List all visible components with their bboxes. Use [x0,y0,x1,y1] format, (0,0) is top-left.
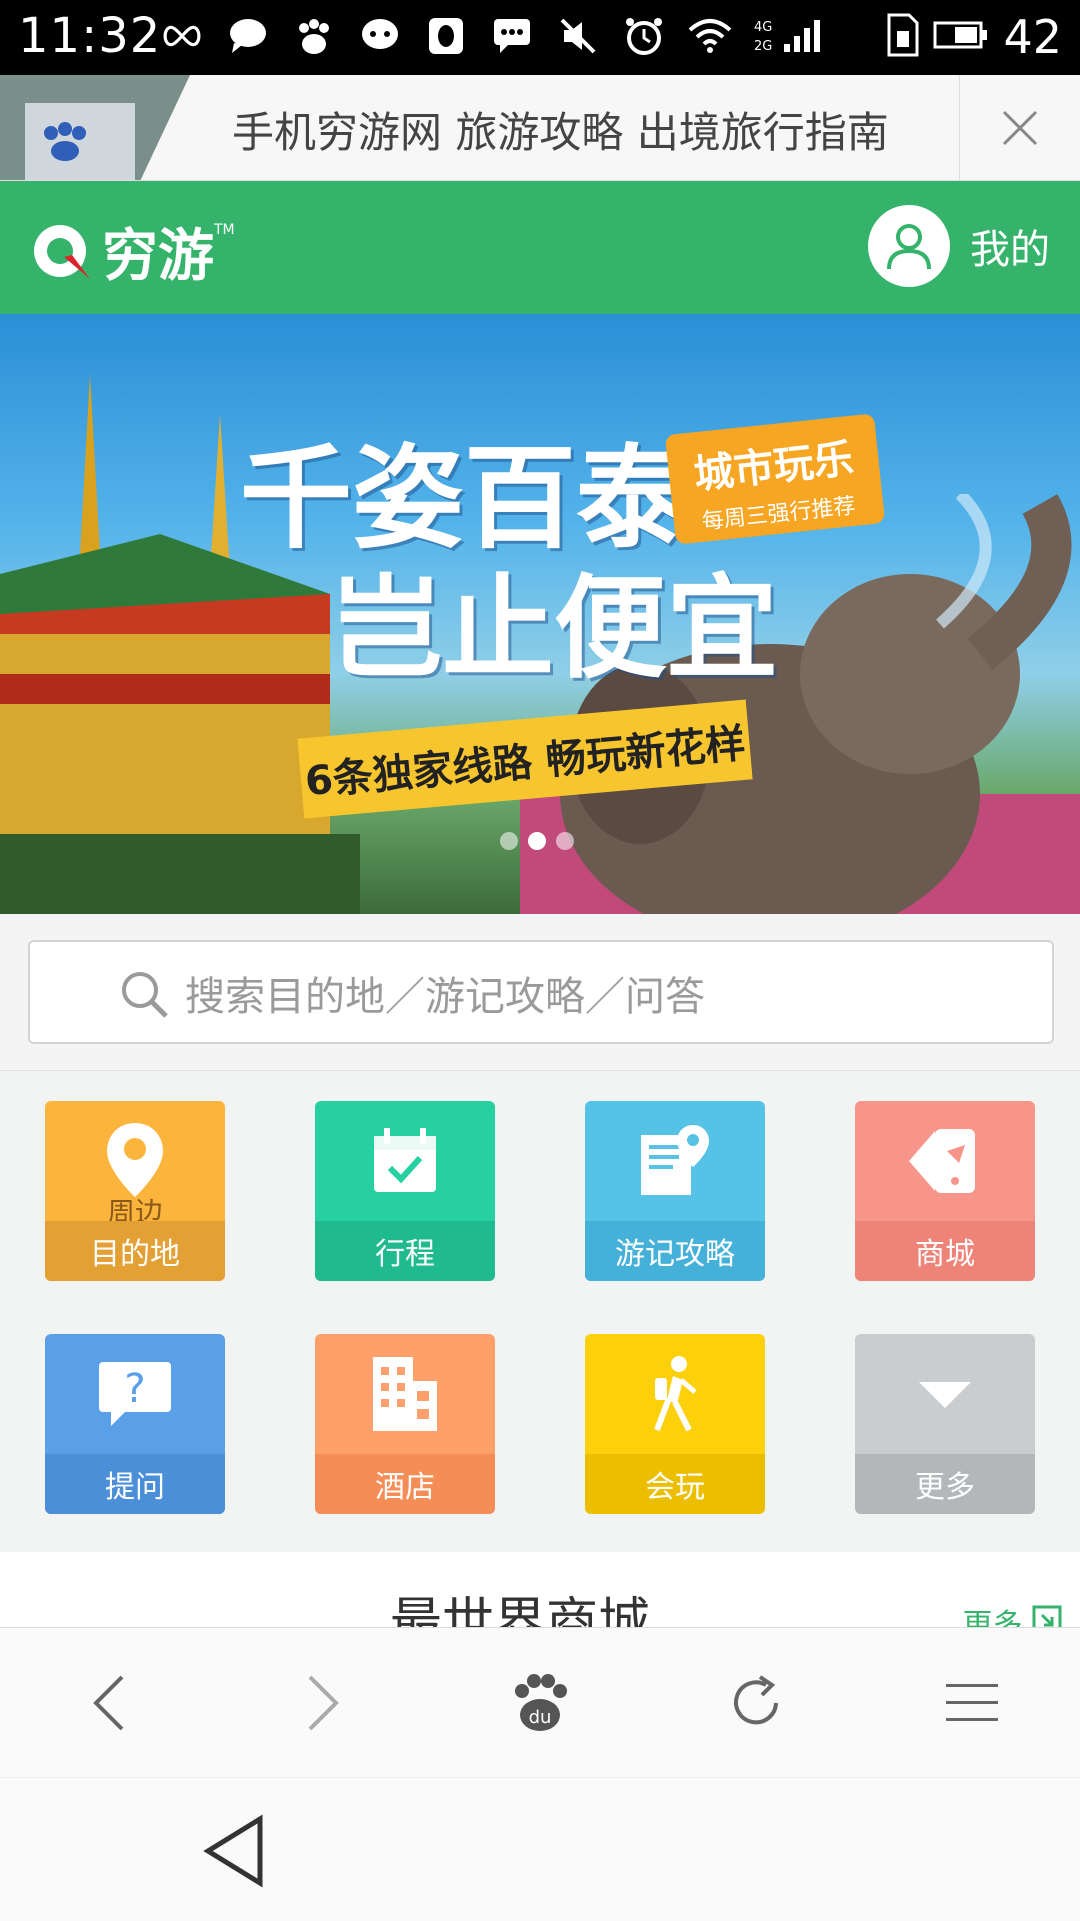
close-tab-button[interactable] [959,75,1080,180]
battery-icon [933,20,989,54]
chevron-down-icon [855,1334,1035,1454]
hamburger-menu-icon [946,1684,998,1721]
logo-q-icon [34,224,90,279]
search-section: 搜索目的地／游记攻略／问答 [0,914,1080,1071]
search-icon [122,972,168,1018]
svg-text:4G: 4G [754,20,772,35]
status-bar: 11:32 4G 2G 42 [0,0,1080,75]
tile-itinerary[interactable]: 行程 [315,1101,495,1281]
status-notification-icons: 4G 2G [160,14,824,58]
svg-text:?: ? [124,1366,145,1412]
status-right: 42 [887,10,1062,64]
banner-badge: 城市玩乐 每周三强行推荐 [664,413,886,545]
site-favicon [0,75,190,180]
hiker-icon [585,1334,765,1454]
carousel-dot[interactable] [500,832,518,850]
ticket-tag-icon [855,1101,1035,1221]
refresh-button[interactable] [716,1663,796,1743]
my-account-label: 我的 [970,227,1050,273]
carousel-dot-active[interactable] [528,832,546,850]
status-time: 11:32 [18,8,162,64]
message-icon [490,14,534,58]
tile-travel-notes[interactable]: 游记攻略 [585,1101,765,1281]
system-back-button[interactable] [200,1813,266,1893]
avatar [868,205,950,287]
site-header: 穷游 TM 我的 [0,181,1080,314]
tile-fun-activities[interactable]: 会玩 [585,1334,765,1514]
signal-icon: 4G 2G [754,14,824,58]
baidu-paw-icon [44,122,86,161]
tile-label: 提问 [45,1454,225,1514]
baidu-paw-icon: du [515,1674,567,1731]
logo-trademark: TM [214,221,235,238]
my-account-button[interactable]: 我的 [868,205,1050,287]
tile-nearby-destination[interactable]: 周边 目的地 [45,1101,225,1281]
wechat-icon [358,14,402,58]
chevron-right-icon [308,1675,339,1731]
question-bubble-icon: ? [45,1334,225,1454]
search-input[interactable]: 搜索目的地／游记攻略／问答 [28,940,1054,1044]
battery-level: 42 [1003,10,1062,64]
tile-label: 行程 [315,1221,495,1281]
tile-mall[interactable]: 商城 [855,1101,1035,1281]
logo-text: 穷游 [102,224,214,289]
page-title[interactable]: 手机穷游网 旅游攻略 出境旅行指南 [232,99,889,160]
back-button[interactable] [68,1663,148,1743]
svg-text:du: du [529,1707,552,1728]
refresh-icon [734,1675,778,1725]
system-nav-bar [0,1777,1080,1921]
mall-section: 最世界商城 更多 [0,1552,1080,1627]
tile-label: 更多 [855,1454,1035,1514]
sim-icon [887,13,919,61]
section-title: 最世界商城 [390,1593,651,1627]
user-icon [887,224,931,270]
close-icon [1002,110,1038,145]
search-placeholder: 搜索目的地／游记攻略／问答 [185,974,705,1020]
hotel-building-icon [315,1334,495,1454]
qq-icon [424,14,468,58]
mute-icon [556,14,600,58]
wifi-icon [688,14,732,58]
tile-label: 目的地 [45,1221,225,1281]
tile-label: 会玩 [585,1454,765,1514]
triangle-back-icon [203,1814,263,1888]
tile-label: 游记攻略 [585,1221,765,1281]
chevron-left-icon [93,1675,124,1731]
carousel-dot[interactable] [556,832,574,850]
browser-title-bar[interactable]: 手机穷游网 旅游攻略 出境旅行指南 [0,75,1080,181]
alarm-icon [622,14,666,58]
banner-headline-line2: 岂止便宜 [330,563,778,694]
forward-button[interactable] [284,1663,364,1743]
svg-text:2G: 2G [754,39,772,54]
calendar-check-icon [315,1101,495,1221]
tile-ask-question[interactable]: ? 提问 [45,1334,225,1514]
baidu-paw-icon [292,14,336,58]
menu-button[interactable] [932,1663,1012,1743]
tile-label: 酒店 [315,1454,495,1514]
feature-grid: 周边 目的地 行程 游记攻略 商城 ? 提问 酒店 会玩 更多 [0,1071,1080,1551]
chat-bubble-icon [226,14,270,58]
travel-notes-icon [585,1101,765,1221]
tile-more[interactable]: 更多 [855,1334,1035,1514]
promo-banner[interactable]: 千姿百泰 岂止便宜 城市玩乐 每周三强行推荐 6条独家线路 畅玩新花样 [0,314,1080,914]
tile-label: 商城 [855,1221,1035,1281]
site-logo[interactable]: 穷游 TM [28,211,235,292]
browser-toolbar: du [0,1627,1080,1778]
baidu-home-button[interactable]: du [500,1663,580,1743]
infinity-icon [160,14,204,58]
more-label: 更多 [962,1608,1023,1627]
section-more-link[interactable]: 更多 [962,1600,1062,1627]
arrow-box-icon [1032,1605,1062,1627]
carousel-indicators [500,832,574,850]
tile-hotel[interactable]: 酒店 [315,1334,495,1514]
